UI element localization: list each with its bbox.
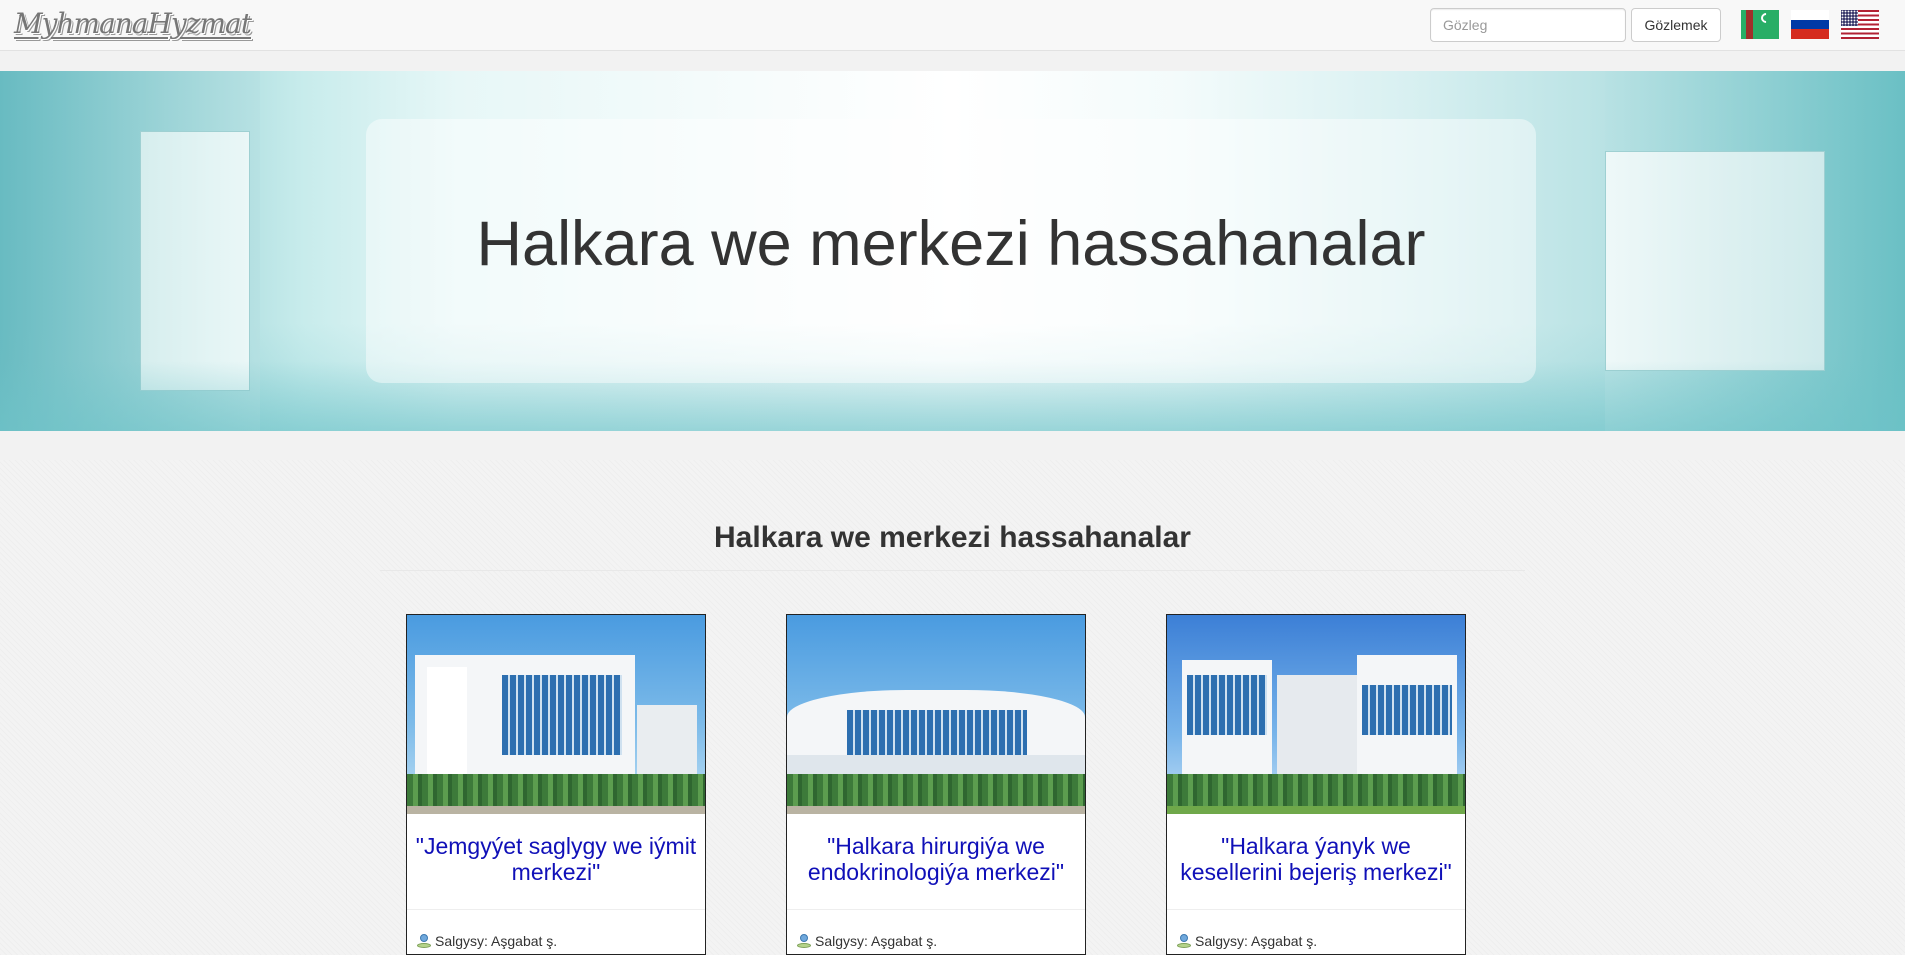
address-text: Salgysy: Aşgabat ş. (1195, 933, 1318, 949)
section-title: Halkara we merkezi hassahanalar (714, 521, 1191, 554)
hero-banner: Halkara we merkezi hassahanalar (0, 71, 1905, 431)
location-pin-icon (797, 933, 811, 949)
turkmen-flag-icon[interactable] (1741, 10, 1779, 39)
hospital-photo (407, 615, 705, 814)
search-button[interactable]: Gözlemek (1631, 8, 1721, 42)
hospital-photo (1167, 615, 1465, 814)
location-pin-icon (417, 933, 431, 949)
search-input[interactable] (1430, 8, 1626, 42)
hospital-photo (787, 615, 1085, 814)
hospital-card[interactable]: "Halkara ýanyk we kesellerini bejeriş me… (1166, 614, 1466, 955)
navbar: MyhmanaHyzmat Gözlemek (0, 0, 1905, 51)
hospital-card[interactable]: "Halkara hirurgiýa we endokrinologiýa me… (786, 614, 1086, 955)
brand-logo[interactable]: MyhmanaHyzmat (14, 4, 252, 44)
hospital-address: Salgysy: Aşgabat ş. (797, 933, 937, 949)
section-divider (380, 570, 1525, 571)
location-pin-icon (1177, 933, 1191, 949)
us-flag-icon[interactable] (1841, 10, 1879, 39)
address-text: Salgysy: Aşgabat ş. (815, 933, 938, 949)
address-text: Salgysy: Aşgabat ş. (435, 933, 558, 949)
hospital-card-title[interactable]: "Halkara hirurgiýa we endokrinologiýa me… (787, 833, 1085, 885)
hospital-list-section: Halkara we merkezi hassahanalar "Jemgyýe… (0, 460, 1905, 955)
hospital-address: Salgysy: Aşgabat ş. (1177, 933, 1317, 949)
hero-title: Halkara we merkezi hassahanalar (476, 209, 1426, 279)
hospital-card-title[interactable]: "Halkara ýanyk we kesellerini bejeriş me… (1167, 833, 1465, 885)
hospital-card[interactable]: "Jemgyýet saglygy we iýmit merkezi" Salg… (406, 614, 706, 955)
hospital-card-title[interactable]: "Jemgyýet saglygy we iýmit merkezi" (407, 833, 705, 885)
hospital-address: Salgysy: Aşgabat ş. (417, 933, 557, 949)
russian-flag-icon[interactable] (1791, 10, 1829, 39)
